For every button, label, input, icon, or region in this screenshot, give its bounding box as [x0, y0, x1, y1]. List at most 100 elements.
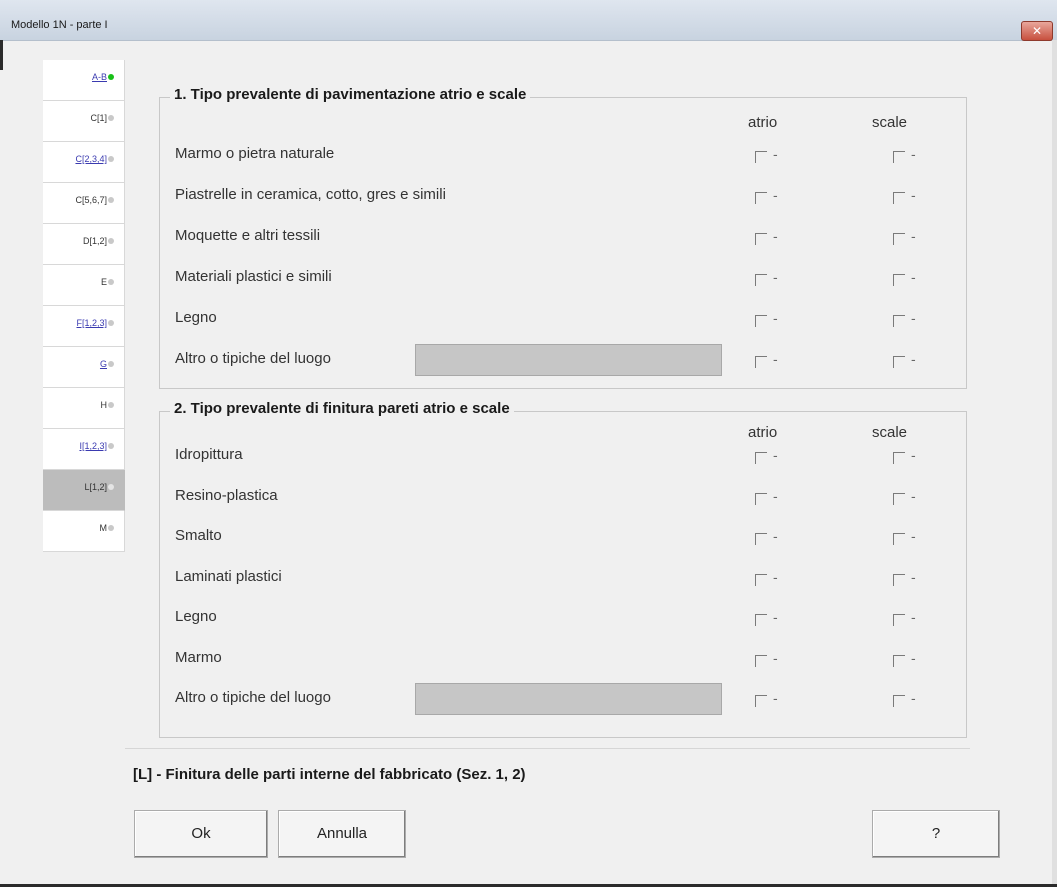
checkbox-mark: -: [911, 187, 916, 203]
checkbox-mark: -: [911, 146, 916, 162]
checkbox-mark: -: [911, 351, 916, 367]
section-description: [L] - Finitura delle parti interne del f…: [133, 766, 526, 783]
checkbox-atrio[interactable]: [755, 356, 767, 368]
tab-label: L[1,2]: [84, 482, 107, 492]
status-dot-icon: [108, 361, 114, 367]
status-dot-icon: [108, 238, 114, 244]
cancel-button[interactable]: Annulla: [278, 810, 406, 858]
checkbox-scale[interactable]: [893, 315, 905, 327]
title-bar: Modello 1N - parte I ✕: [0, 0, 1057, 41]
tab-label: H: [100, 400, 108, 410]
checkbox-mark: -: [773, 310, 778, 326]
tab-label: A-B: [91, 72, 107, 82]
section-2-groupbox: 2. Tipo prevalente di finitura pareti at…: [159, 400, 967, 738]
tab-label: C[1]: [90, 113, 107, 123]
status-dot-icon: [108, 443, 114, 449]
other-text-field[interactable]: [415, 344, 722, 376]
window-edge: [0, 40, 3, 70]
ok-button[interactable]: Ok: [134, 810, 268, 858]
close-button[interactable]: ✕: [1021, 21, 1053, 41]
checkbox-atrio[interactable]: [755, 233, 767, 245]
checkbox-scale[interactable]: [893, 151, 905, 163]
checkbox-scale[interactable]: [893, 356, 905, 368]
checkbox-mark: -: [773, 187, 778, 203]
checkbox-mark: -: [773, 447, 778, 463]
checkbox-atrio[interactable]: [755, 654, 767, 667]
option-label: Idropittura: [175, 446, 243, 463]
checkbox-scale[interactable]: [893, 233, 905, 245]
checkbox-scale[interactable]: [893, 192, 905, 204]
option-label: Smalto: [175, 527, 222, 544]
checkbox-mark: -: [911, 609, 916, 625]
option-label: Laminati plastici: [175, 567, 282, 585]
checkbox-scale[interactable]: [893, 274, 905, 286]
section-1-title: 1. Tipo prevalente di pavimentazione atr…: [170, 86, 531, 103]
tab-label: M: [99, 523, 108, 533]
help-button[interactable]: ?: [872, 810, 1000, 858]
checkbox-scale[interactable]: [893, 614, 905, 626]
checkbox-scale[interactable]: [893, 695, 905, 707]
status-dot-icon: [108, 74, 114, 80]
status-dot-icon: [108, 156, 114, 162]
checkbox-mark: -: [911, 690, 916, 706]
checkbox-atrio[interactable]: [755, 614, 767, 626]
checkbox-scale[interactable]: [893, 492, 905, 505]
tab-item[interactable]: F[1,2,3]: [43, 306, 125, 347]
section-2-title: 2. Tipo prevalente di finitura pareti at…: [170, 400, 514, 417]
option-label: Materiali plastici e simili: [175, 268, 332, 285]
checkbox-mark: -: [773, 528, 778, 544]
option-label: Altro o tipiche del luogo: [175, 350, 331, 367]
checkbox-atrio[interactable]: [755, 695, 767, 707]
checkbox-mark: -: [911, 568, 916, 585]
tab-label: C[2,3,4]: [75, 154, 107, 164]
dialog-window: Modello 1N - parte I ✕ A-B C[1] C[2,3,4] C[…: [0, 0, 1057, 887]
checkbox-atrio[interactable]: [755, 533, 767, 545]
section-1-groupbox: 1. Tipo prevalente di pavimentazione atr…: [159, 86, 967, 389]
tab-item[interactable]: C[1]: [43, 101, 125, 142]
status-dot-icon: [108, 197, 114, 203]
checkbox-atrio[interactable]: [755, 452, 767, 464]
checkbox-atrio[interactable]: [755, 151, 767, 163]
checkbox-atrio[interactable]: [755, 492, 767, 505]
checkbox-mark: -: [911, 228, 916, 244]
tab-item[interactable]: A-B: [43, 60, 125, 101]
checkbox-scale[interactable]: [893, 452, 905, 464]
separator: [125, 748, 970, 749]
option-label: Moquette e altri tessili: [175, 227, 321, 244]
checkbox-mark: -: [911, 487, 916, 504]
tab-item[interactable]: G: [43, 347, 125, 388]
column-header-scale: scale: [872, 114, 908, 131]
checkbox-atrio[interactable]: [755, 274, 767, 286]
checkbox-atrio[interactable]: [755, 573, 767, 586]
checkbox-scale[interactable]: [893, 533, 905, 545]
column-header-scale: scale: [872, 424, 908, 441]
tab-item[interactable]: E: [43, 265, 125, 306]
checkbox-scale[interactable]: [893, 573, 905, 586]
checkbox-mark: -: [911, 310, 916, 326]
option-label: Legno: [175, 608, 217, 625]
other-text-field[interactable]: [415, 683, 722, 715]
tab-item[interactable]: I[1,2,3]: [43, 429, 125, 470]
status-dot-icon: [108, 402, 114, 408]
tab-label: C[5,6,7]: [75, 195, 107, 205]
status-dot-icon: [108, 484, 114, 490]
tab-item[interactable]: C[5,6,7]: [43, 183, 125, 224]
option-label: Resino-plastica: [175, 486, 278, 504]
window-edge-right: [1052, 40, 1057, 887]
checkbox-atrio[interactable]: [755, 192, 767, 204]
tab-item[interactable]: L[1,2]: [43, 470, 125, 511]
checkbox-scale[interactable]: [893, 654, 905, 667]
tab-item[interactable]: C[2,3,4]: [43, 142, 125, 183]
status-dot-icon: [108, 115, 114, 121]
checkbox-mark: -: [773, 690, 778, 706]
status-dot-icon: [108, 525, 114, 531]
checkbox-atrio[interactable]: [755, 315, 767, 327]
tab-item[interactable]: D[1,2]: [43, 224, 125, 265]
tab-item[interactable]: M: [43, 511, 125, 552]
tab-item[interactable]: H: [43, 388, 125, 429]
option-label: Altro o tipiche del luogo: [175, 689, 331, 706]
checkbox-mark: -: [773, 269, 778, 285]
tab-label: I[1,2,3]: [79, 441, 107, 451]
checkbox-mark: -: [773, 146, 778, 162]
column-header-atrio: atrio: [748, 424, 778, 441]
